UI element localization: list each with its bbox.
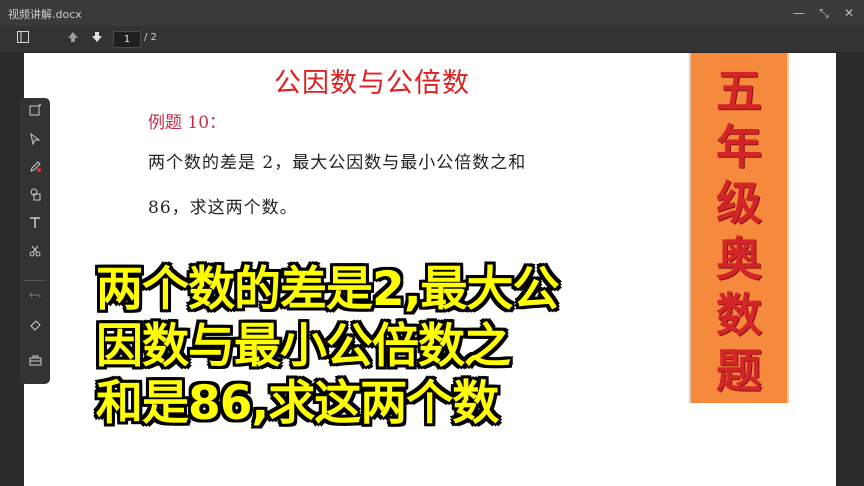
annotation-tool-panel bbox=[20, 98, 50, 384]
page-total: / 2 bbox=[144, 32, 157, 43]
text-tool-icon[interactable] bbox=[25, 216, 45, 236]
caption-line-3: 和是86,求这两个数 bbox=[96, 376, 499, 431]
sidebar-toggle-icon[interactable] bbox=[14, 30, 32, 48]
previous-page-icon[interactable] bbox=[64, 30, 82, 48]
eraser-icon[interactable] bbox=[25, 318, 45, 338]
banner-char: 数 bbox=[716, 288, 762, 342]
window-title: 视频讲解.docx bbox=[8, 8, 82, 21]
minimize-icon[interactable]: — bbox=[790, 4, 808, 22]
document-title: 公因数与公倍数 bbox=[274, 68, 470, 99]
restore-icon[interactable]: ⤡ bbox=[815, 4, 833, 22]
problem-text-line-1: 两个数的差是 2，最大公因数与最小公倍数之和 bbox=[148, 153, 527, 173]
page-number-input[interactable]: 1 bbox=[113, 31, 141, 48]
example-label: 例题 10： bbox=[148, 113, 227, 133]
toolbox-icon[interactable] bbox=[25, 354, 45, 374]
scissors-icon[interactable] bbox=[25, 244, 45, 264]
banner-char: 年 bbox=[716, 120, 762, 174]
banner-char: 五 bbox=[716, 64, 762, 118]
next-page-icon[interactable] bbox=[88, 30, 106, 48]
undo-icon[interactable] bbox=[25, 288, 45, 308]
banner-char: 题 bbox=[716, 344, 762, 398]
banner-char: 级 bbox=[716, 176, 762, 230]
close-icon[interactable]: ✕ bbox=[840, 4, 858, 22]
pen-icon[interactable] bbox=[25, 160, 45, 180]
window-titlebar: 视频讲解.docx — ⤡ ✕ bbox=[0, 0, 864, 26]
tool-divider bbox=[24, 280, 46, 281]
banner-char: 奥 bbox=[716, 232, 762, 286]
select-arrow-icon[interactable] bbox=[25, 132, 45, 152]
grade-banner: 五 年 级 奥 数 题 bbox=[689, 53, 789, 403]
viewer-toolbar: 1 / 2 bbox=[0, 26, 864, 53]
problem-text-line-2: 86，求这两个数。 bbox=[148, 198, 298, 218]
shapes-icon[interactable] bbox=[25, 188, 45, 208]
add-note-icon[interactable] bbox=[25, 104, 45, 124]
